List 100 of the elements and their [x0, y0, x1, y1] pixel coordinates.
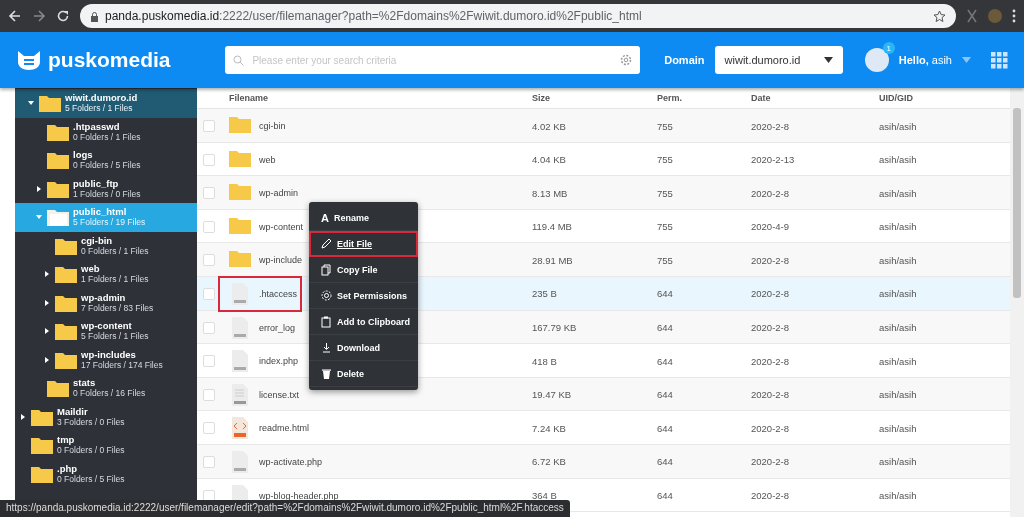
file-name[interactable]: wp-content: [259, 221, 304, 232]
back-icon[interactable]: [8, 9, 22, 23]
star-icon[interactable]: [933, 9, 946, 23]
search-icon: [233, 54, 245, 66]
file-name[interactable]: index.php: [259, 356, 299, 367]
context-menu-item[interactable]: Set Permissions: [309, 283, 418, 309]
table-cell: 4.04 KB: [532, 154, 566, 166]
copy-icon: [321, 263, 332, 276]
folder-tree-item[interactable]: cgi-bin 0 Folders / 1 Files: [15, 231, 197, 260]
folder-tree-item[interactable]: .htpasswd 0 Folders / 1 Files: [15, 117, 197, 146]
table-cell: 2020-2-8: [751, 120, 790, 132]
folder-tree-item[interactable]: logs 0 Folders / 5 Files: [15, 146, 197, 175]
settings-icon[interactable]: [620, 54, 633, 66]
table-cell: 119.4 MB: [532, 221, 572, 233]
folder-tree-item[interactable]: tmp 0 Folders / 0 Files: [15, 431, 197, 460]
file-name[interactable]: wp-activate.php: [259, 456, 323, 467]
avatar[interactable]: [864, 48, 889, 72]
table-cell: 755: [657, 187, 673, 199]
folder-tree-item[interactable]: public_ftp 1 Folders / 0 Files: [15, 174, 197, 203]
folder-tree-item[interactable]: wp-includes 17 Folders / 174 Files: [15, 345, 197, 374]
file-name[interactable]: cgi-bin: [259, 121, 286, 131]
reload-icon[interactable]: [56, 9, 70, 23]
file-name[interactable]: wp-admin: [259, 188, 298, 199]
row-checkbox[interactable]: [203, 388, 215, 401]
table-cell: 755: [657, 221, 673, 233]
folder-icon: [31, 407, 53, 426]
context-menu-item[interactable]: Copy File: [309, 257, 418, 283]
table-cell: 644: [657, 490, 673, 502]
folder-tree-item[interactable]: stats 0 Folders / 16 Files: [15, 374, 197, 403]
folder-tree-item[interactable]: web 1 Folders / 1 Files: [15, 260, 197, 289]
address-bar[interactable]: panda.puskomedia.id:2222/user/filemanager?path=%2Fdomains%2Fwiwit.dumoro.id%2Fpublic_html: [80, 4, 956, 28]
extension-icon[interactable]: [966, 9, 978, 23]
folder-icon: [55, 293, 77, 312]
table-cell: 167.79 KB: [532, 322, 577, 334]
file-name[interactable]: .htaccess: [259, 288, 298, 299]
table-cell: 8.13 MB: [532, 187, 568, 199]
trash-icon: [321, 367, 332, 380]
table-cell: 644: [657, 322, 673, 334]
menu-icon[interactable]: [1012, 9, 1016, 23]
scrollbar[interactable]: [1010, 88, 1024, 517]
folder-tree-item[interactable]: .php 0 Folders / 5 Files: [15, 459, 197, 488]
row-checkbox[interactable]: [203, 455, 215, 468]
folder-tree-item[interactable]: wp-content 5 Folders / 1 Files: [15, 317, 197, 346]
column-header[interactable]: Date: [751, 93, 879, 103]
letter-icon: A: [321, 211, 329, 224]
expand-arrow-icon[interactable]: [35, 184, 43, 193]
url-text: panda.puskomedia.id:2222/user/filemanager?path=%2Fdomains%2Fwiwit.dumoro.id%2Fpublic_html: [105, 9, 642, 23]
context-menu-item[interactable]: Delete: [309, 361, 418, 387]
row-checkbox[interactable]: [203, 153, 215, 166]
table-cell: asih/asih: [879, 490, 917, 502]
caret-icon[interactable]: [962, 57, 971, 63]
context-menu-item[interactable]: Download: [309, 335, 418, 361]
file-name[interactable]: license.txt: [259, 389, 300, 400]
folder-tree-item[interactable]: wiwit.dumoro.id 5 Folders / 1 Files: [15, 89, 197, 118]
table-cell: 2020-2-8: [751, 322, 790, 334]
row-checkbox[interactable]: [203, 355, 215, 368]
folder-icon: [31, 464, 53, 483]
table-cell: asih/asih: [879, 456, 917, 468]
text-file-icon: [229, 383, 251, 406]
table-cell: 644: [657, 389, 673, 401]
clipboard-icon: [321, 315, 332, 328]
file-name[interactable]: wp-blog-header.php: [259, 490, 339, 501]
column-header[interactable]: Filename: [229, 93, 532, 103]
column-header[interactable]: UID/GID: [879, 93, 1010, 103]
row-checkbox[interactable]: [203, 120, 215, 132]
domain-dropdown[interactable]: wiwit.dumoro.id: [714, 46, 843, 74]
greeting-text: Hello, asih: [898, 54, 952, 66]
expand-arrow-icon[interactable]: [19, 412, 27, 421]
row-checkbox[interactable]: [203, 187, 215, 200]
row-checkbox[interactable]: [203, 220, 215, 233]
folder-tree-item[interactable]: wp-admin 7 Folders / 83 Files: [15, 288, 197, 317]
row-checkbox[interactable]: [203, 287, 215, 300]
scrollbar-thumb[interactable]: [1013, 108, 1021, 298]
expand-arrow-icon[interactable]: [43, 270, 51, 279]
brand-name: puskomedia: [48, 48, 171, 72]
file-name[interactable]: web: [259, 154, 276, 165]
column-header[interactable]: Perm.: [657, 93, 751, 103]
folder-icon: [55, 236, 77, 255]
row-checkbox[interactable]: [203, 321, 215, 334]
expand-arrow-icon[interactable]: [43, 327, 51, 336]
apps-grid-icon[interactable]: [991, 51, 1008, 69]
forward-icon[interactable]: [32, 9, 46, 23]
row-checkbox[interactable]: [203, 489, 215, 502]
context-menu-item[interactable]: Edit File: [309, 231, 418, 257]
file-name[interactable]: readme.html: [259, 423, 310, 434]
context-menu-item[interactable]: Add to Clipboard: [309, 309, 418, 335]
row-checkbox[interactable]: [203, 422, 215, 435]
table-cell: 2020-2-8: [751, 490, 790, 502]
expand-arrow-icon[interactable]: [43, 298, 51, 307]
expand-arrow-icon[interactable]: [43, 355, 51, 364]
table-cell: 2020-2-8: [751, 389, 790, 401]
row-checkbox[interactable]: [203, 254, 215, 267]
profile-icon[interactable]: [988, 9, 1002, 23]
context-menu-item[interactable]: A Rename: [309, 205, 418, 231]
table-cell: 2020-2-8: [751, 187, 790, 199]
file-name[interactable]: error_log: [259, 322, 296, 333]
folder-tree-item[interactable]: Maildir 3 Folders / 0 Files: [15, 402, 197, 431]
file-name[interactable]: wp-include: [259, 255, 303, 266]
table-cell: asih/asih: [879, 120, 917, 132]
column-header[interactable]: Size: [532, 93, 657, 103]
